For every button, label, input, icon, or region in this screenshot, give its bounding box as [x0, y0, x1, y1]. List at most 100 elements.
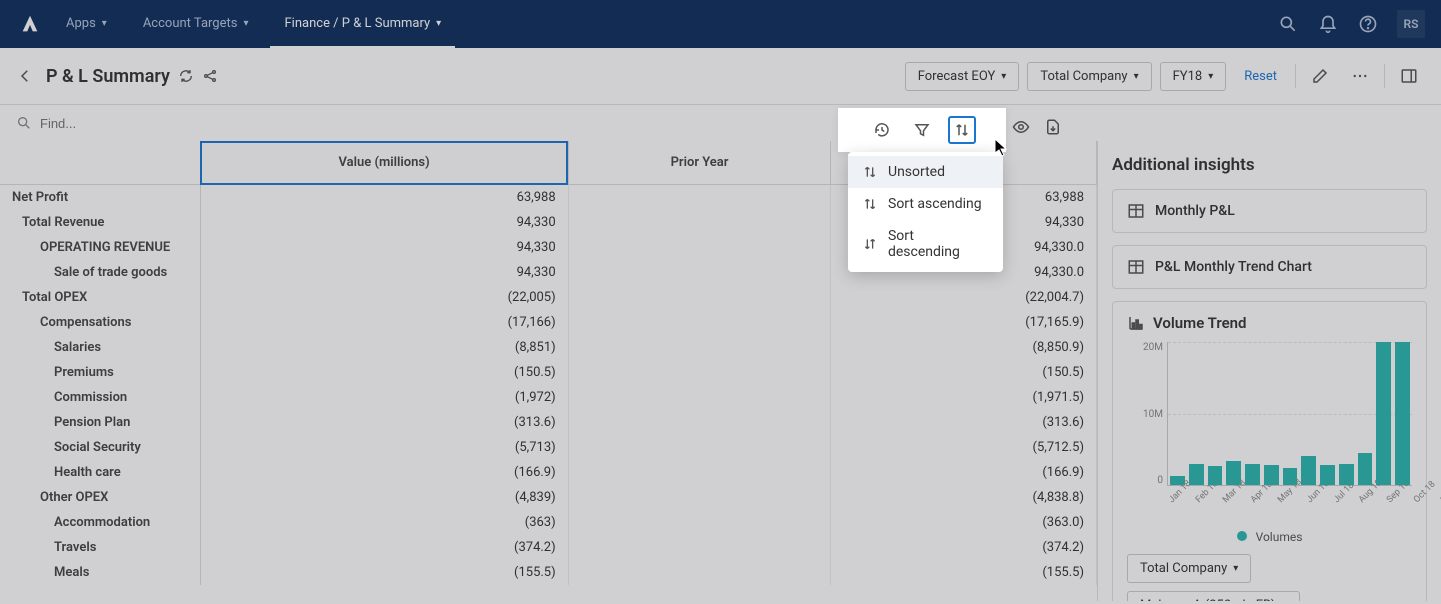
col-rowheader[interactable]	[0, 141, 200, 185]
filter-icon[interactable]	[908, 116, 936, 144]
cell-c3[interactable]: (4,838.8)	[831, 485, 1097, 510]
cell-c3[interactable]: (166.9)	[831, 460, 1097, 485]
history-icon[interactable]	[868, 116, 896, 144]
chart-bar[interactable]	[1301, 456, 1316, 485]
cell-c2[interactable]	[568, 510, 831, 535]
cell-c3[interactable]: (150.5)	[831, 360, 1097, 385]
cell-c3[interactable]: (1,971.5)	[831, 385, 1097, 410]
cell-c2[interactable]	[568, 485, 831, 510]
nav-area[interactable]: Account Targets ▾	[129, 0, 263, 48]
cell-c3[interactable]: (313.6)	[831, 410, 1097, 435]
search-icon[interactable]	[1277, 13, 1299, 35]
refresh-icon[interactable]	[178, 68, 194, 84]
table-row[interactable]: Commission(1,972)(1,971.5)	[0, 385, 1097, 410]
cell-c1[interactable]: (5,713)	[200, 435, 568, 460]
table-row[interactable]: Total OPEX(22,005)(22,004.7)	[0, 285, 1097, 310]
cell-c2[interactable]	[568, 335, 831, 360]
cell-c2[interactable]	[568, 435, 831, 460]
table-row[interactable]: Travels(374.2)(374.2)	[0, 535, 1097, 560]
find-input[interactable]	[40, 116, 240, 131]
cell-c1[interactable]: 94,330	[200, 210, 568, 235]
chart-scope-selector[interactable]: Total Company ▾	[1127, 554, 1251, 583]
cell-c3[interactable]: (363.0)	[831, 510, 1097, 535]
chart-bar[interactable]	[1170, 476, 1185, 485]
cell-c1[interactable]: 63,988	[200, 185, 568, 211]
cell-c3[interactable]: (17,165.9)	[831, 310, 1097, 335]
table-row[interactable]: Compensations(17,166)(17,165.9)	[0, 310, 1097, 335]
chart-bar[interactable]	[1208, 466, 1223, 485]
cell-c1[interactable]: (166.9)	[200, 460, 568, 485]
col-value[interactable]: Value (millions)	[200, 141, 568, 185]
card-monthly-pl[interactable]: Monthly P&L	[1112, 189, 1427, 233]
cell-c1[interactable]: (17,166)	[200, 310, 568, 335]
cell-c3[interactable]: (8,850.9)	[831, 335, 1097, 360]
cell-c1[interactable]: (374.2)	[200, 535, 568, 560]
cell-c1[interactable]: (4,839)	[200, 485, 568, 510]
reset-button[interactable]: Reset	[1234, 63, 1287, 90]
cell-c2[interactable]	[568, 385, 831, 410]
cell-c3[interactable]: (5,712.5)	[831, 435, 1097, 460]
table-row[interactable]: Premiums(150.5)(150.5)	[0, 360, 1097, 385]
app-logo[interactable]	[16, 10, 44, 38]
chart-bar[interactable]	[1358, 453, 1373, 485]
col-prior-year[interactable]: Prior Year	[568, 141, 831, 185]
bell-icon[interactable]	[1317, 13, 1339, 35]
chart-bar[interactable]	[1339, 464, 1354, 485]
table-row[interactable]: Other OPEX(4,839)(4,838.8)	[0, 485, 1097, 510]
cell-c1[interactable]: (150.5)	[200, 360, 568, 385]
chart-product-selector[interactable]: Make-up A (250ml - FR) ▾	[1127, 591, 1300, 601]
period-selector[interactable]: FY18 ▾	[1160, 62, 1227, 91]
table-row[interactable]: Accommodation(363)(363.0)	[0, 510, 1097, 535]
back-button[interactable]	[16, 67, 34, 85]
sort-descending[interactable]: Sort descending	[848, 220, 1003, 268]
cell-c2[interactable]	[568, 360, 831, 385]
sort-icon[interactable]	[948, 116, 976, 144]
cell-c3[interactable]: (22,004.7)	[831, 285, 1097, 310]
cell-c2[interactable]	[568, 210, 831, 235]
table-row[interactable]: Meals(155.5)(155.5)	[0, 560, 1097, 585]
table-row[interactable]: Pension Plan(313.6)(313.6)	[0, 410, 1097, 435]
sort-unsorted[interactable]: Unsorted	[848, 156, 1003, 188]
help-icon[interactable]	[1357, 13, 1379, 35]
chart-bar[interactable]	[1189, 464, 1204, 485]
table-row[interactable]: Salaries(8,851)(8,850.9)	[0, 335, 1097, 360]
cell-c1[interactable]: (363)	[200, 510, 568, 535]
cell-c1[interactable]: (22,005)	[200, 285, 568, 310]
edit-icon[interactable]	[1304, 60, 1336, 92]
nav-page[interactable]: Finance / P & L Summary ▾	[270, 0, 455, 48]
nav-apps[interactable]: Apps ▾	[52, 0, 121, 48]
cell-c1[interactable]: (8,851)	[200, 335, 568, 360]
cell-c2[interactable]	[568, 235, 831, 260]
table-row[interactable]: Social Security(5,713)(5,712.5)	[0, 435, 1097, 460]
card-trend-chart[interactable]: P&L Monthly Trend Chart	[1112, 245, 1427, 289]
chart-bar[interactable]	[1376, 342, 1391, 485]
visibility-icon[interactable]	[1012, 118, 1030, 136]
panel-toggle-icon[interactable]	[1393, 60, 1425, 92]
avatar[interactable]: RS	[1397, 10, 1425, 38]
cell-c3[interactable]: (155.5)	[831, 560, 1097, 585]
cell-c2[interactable]	[568, 460, 831, 485]
more-icon[interactable]	[1344, 60, 1376, 92]
scope-selector[interactable]: Total Company ▾	[1027, 62, 1151, 91]
cell-c1[interactable]: 94,330	[200, 260, 568, 285]
chart-bar[interactable]	[1395, 342, 1410, 485]
chart-bar[interactable]	[1226, 461, 1241, 485]
share-icon[interactable]	[202, 68, 218, 84]
cell-c3[interactable]: (374.2)	[831, 535, 1097, 560]
scenario-selector[interactable]: Forecast EOY ▾	[905, 62, 1020, 91]
chart-bar[interactable]	[1320, 465, 1335, 485]
cell-c1[interactable]: (1,972)	[200, 385, 568, 410]
table-row[interactable]: Health care(166.9)(166.9)	[0, 460, 1097, 485]
chart-bar[interactable]	[1245, 464, 1260, 485]
chart-bar[interactable]	[1283, 468, 1298, 485]
cell-c1[interactable]: (155.5)	[200, 560, 568, 585]
cell-c1[interactable]: 94,330	[200, 235, 568, 260]
chart-bar[interactable]	[1264, 465, 1279, 485]
cell-c2[interactable]	[568, 560, 831, 585]
cell-c1[interactable]: (313.6)	[200, 410, 568, 435]
cell-c2[interactable]	[568, 260, 831, 285]
sort-ascending[interactable]: Sort ascending	[848, 188, 1003, 220]
cell-c2[interactable]	[568, 535, 831, 560]
cell-c2[interactable]	[568, 310, 831, 335]
export-icon[interactable]	[1044, 118, 1062, 136]
